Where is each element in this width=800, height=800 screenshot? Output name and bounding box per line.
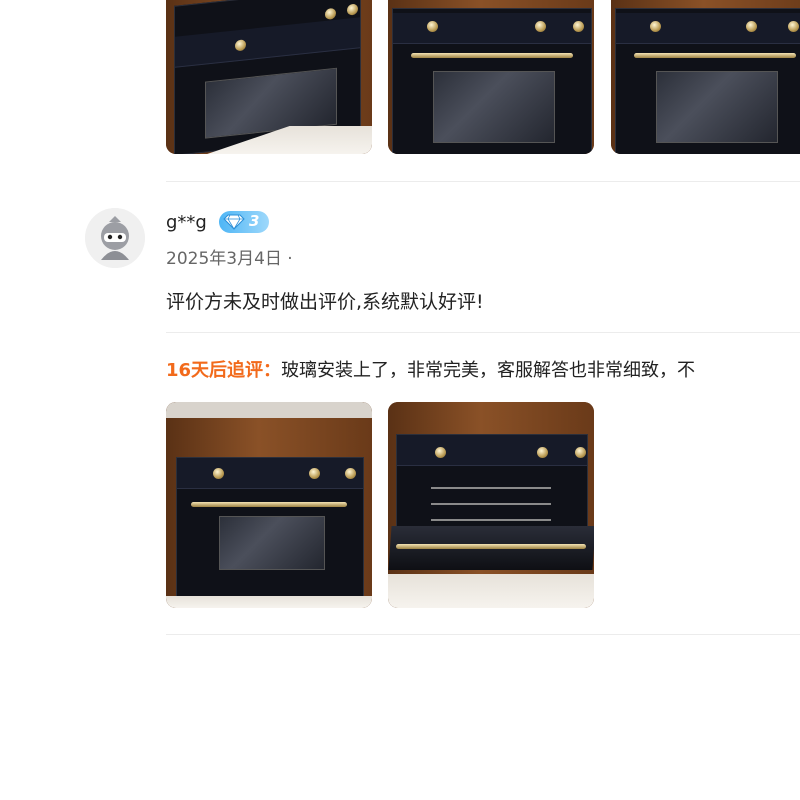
review-image[interactable]	[166, 0, 372, 154]
review-image[interactable]	[611, 0, 800, 154]
avatar[interactable]	[85, 208, 145, 268]
username[interactable]: g**g	[166, 212, 207, 233]
diamond-icon	[223, 214, 245, 230]
review-date: 2025年3月4日 ·	[166, 249, 293, 269]
avatar-icon	[85, 208, 145, 268]
review-image[interactable]	[388, 402, 594, 608]
member-level-badge: 3	[219, 211, 269, 233]
followup-review: 16天后追评：玻璃安装上了，非常完美，客服解答也非常细致，不	[166, 356, 695, 382]
member-level: 3	[249, 212, 260, 230]
followup-text: 玻璃安装上了，非常完美，客服解答也非常细致，不	[281, 360, 696, 381]
followup-label: 16天后追评：	[166, 360, 282, 381]
review-divider	[166, 332, 800, 333]
review-image[interactable]	[388, 0, 594, 154]
review-divider	[166, 634, 800, 635]
review-image[interactable]	[166, 402, 372, 608]
review-text: 评价方未及时做出评价,系统默认好评!	[166, 291, 484, 313]
review-divider	[166, 181, 800, 182]
